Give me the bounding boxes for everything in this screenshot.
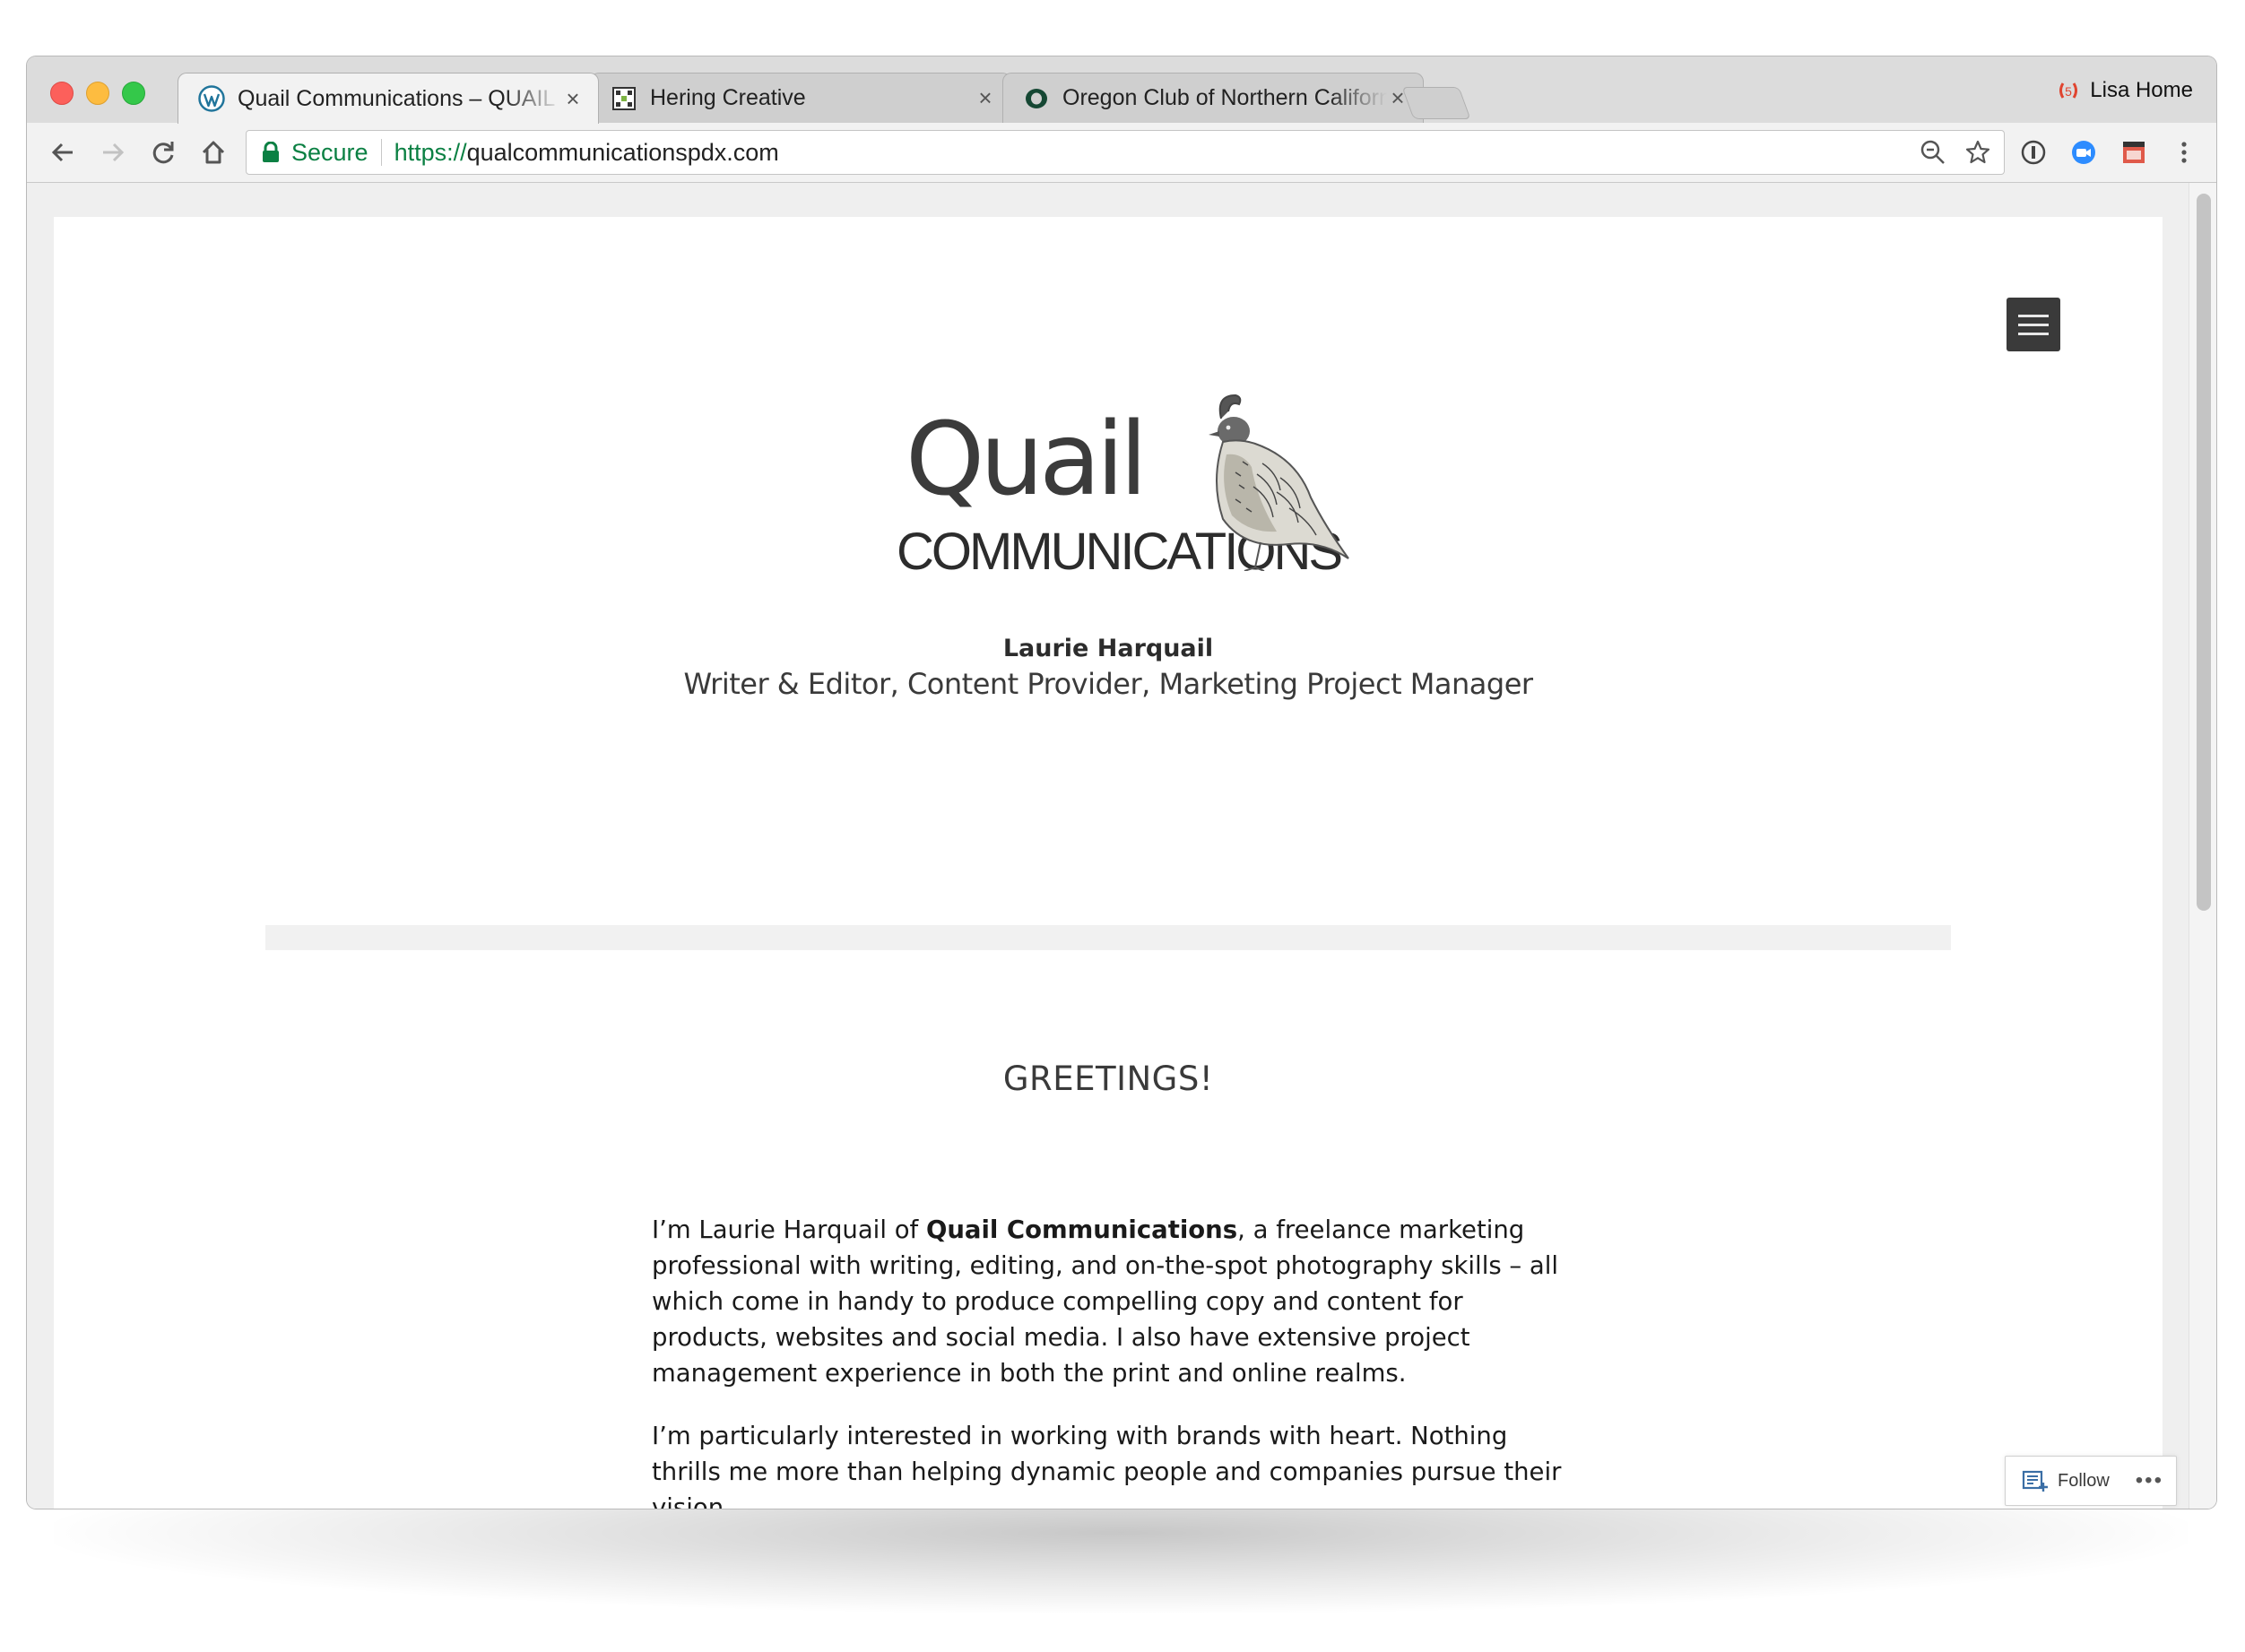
follow-widget[interactable]: Follow •••	[2005, 1456, 2177, 1506]
tab-strip: Quail Communications – QUAIL × Hering Cr…	[27, 56, 2216, 124]
tab-title: Oregon Club of Northern California	[1062, 85, 1387, 110]
home-button[interactable]	[195, 134, 231, 170]
address-bar[interactable]: Secure https:// qualcommunicationspdx.co…	[246, 130, 2005, 175]
hering-favicon	[612, 86, 636, 110]
oregon-o-icon	[1026, 88, 1047, 108]
home-icon	[202, 141, 225, 164]
new-tab-button[interactable]	[1401, 87, 1471, 119]
intro-company-name: Quail Communications	[925, 1215, 1238, 1244]
browser-window: Quail Communications – QUAIL × Hering Cr…	[27, 56, 2216, 1509]
site-description: Writer & Editor, Content Provider, Marke…	[683, 667, 1533, 701]
zoom-icon[interactable]	[1920, 139, 1946, 166]
tab-close-icon[interactable]: ×	[975, 84, 996, 112]
site-logo[interactable]: Quail COMMUNICATIONS	[897, 392, 1354, 598]
url-host: qualcommunicationspdx.com	[466, 138, 779, 166]
profile-icon: 5	[2059, 82, 2078, 99]
extension-icons	[2017, 134, 2200, 170]
onepassword-icon	[2021, 140, 2046, 165]
lock-icon	[263, 142, 279, 162]
reload-button[interactable]	[145, 134, 181, 170]
kebab-menu-icon	[2181, 142, 2187, 163]
browser-toolbar: Secure https:// qualcommunicationspdx.co…	[27, 123, 2216, 183]
follow-label: Follow	[2058, 1470, 2110, 1491]
site-author-name: Laurie Harquail	[1002, 635, 1214, 662]
web-page: Quail COMMUNICATIONS Laurie Harquail Wri…	[54, 217, 2163, 1509]
omnibox-actions	[1920, 139, 1991, 166]
zoom-extension[interactable]	[2067, 134, 2100, 170]
wordpress-icon	[198, 85, 225, 112]
follow-reader-icon	[2022, 1470, 2048, 1492]
scrollbar-thumb[interactable]	[2197, 194, 2211, 911]
tab-title: Quail Communications – QUAIL	[238, 85, 556, 111]
video-camera-icon	[2072, 141, 2095, 164]
tab-hering-creative[interactable]: Hering Creative ×	[590, 73, 1011, 123]
page-title: GREETINGS!	[1002, 1060, 1214, 1098]
url-scheme: https://	[394, 138, 467, 166]
forward-button[interactable]	[95, 134, 131, 170]
menu-line	[2018, 323, 2049, 326]
vertical-scrollbar[interactable]	[2189, 183, 2216, 1509]
page-content: I’m Laurie Harquail of Quail Communicati…	[652, 1212, 1575, 1509]
intro-prefix: I’m Laurie Harquail of	[652, 1215, 926, 1244]
clapper-extension[interactable]	[2118, 134, 2150, 170]
tab-close-icon[interactable]: ×	[562, 85, 584, 113]
bookmark-star-icon[interactable]	[1964, 139, 1991, 166]
header-separator	[265, 925, 1951, 950]
menu-line	[2018, 332, 2049, 335]
follow-more-icon[interactable]: •••	[2136, 1468, 2163, 1493]
second-paragraph: I’m particularly interested in working w…	[652, 1422, 1562, 1509]
arrow-right-icon	[103, 143, 125, 162]
svg-text:5: 5	[2065, 84, 2072, 99]
logo-wordmark: Quail	[906, 402, 1148, 518]
clapperboard-icon	[2123, 142, 2145, 163]
profile-button[interactable]: 5 Lisa Home	[2056, 78, 2193, 103]
reload-icon	[152, 142, 174, 164]
back-button[interactable]	[45, 134, 81, 170]
intro-paragraph: I’m Laurie Harquail of Quail Communicati…	[652, 1212, 1575, 1391]
minimize-window-button[interactable]	[86, 82, 109, 105]
onepassword-extension[interactable]	[2017, 134, 2050, 170]
close-window-button[interactable]	[50, 82, 74, 105]
profile-name: Lisa Home	[2090, 78, 2193, 102]
secure-label: Secure	[291, 138, 368, 166]
quail-bird-icon	[1209, 394, 1349, 571]
chrome-menu-button[interactable]	[2168, 134, 2200, 170]
tab-quail-communications[interactable]: Quail Communications – QUAIL ×	[178, 73, 599, 124]
zoom-window-button[interactable]	[122, 82, 145, 105]
hamburger-menu-button[interactable]	[2007, 298, 2060, 351]
web-viewport: Quail COMMUNICATIONS Laurie Harquail Wri…	[27, 183, 2216, 1509]
arrow-left-icon	[51, 143, 73, 162]
omnibox-divider	[380, 139, 382, 166]
menu-line	[2018, 314, 2049, 317]
tab-oregon-club[interactable]: Oregon Club of Northern California ×	[1002, 73, 1424, 123]
tab-title: Hering Creative	[650, 85, 806, 110]
